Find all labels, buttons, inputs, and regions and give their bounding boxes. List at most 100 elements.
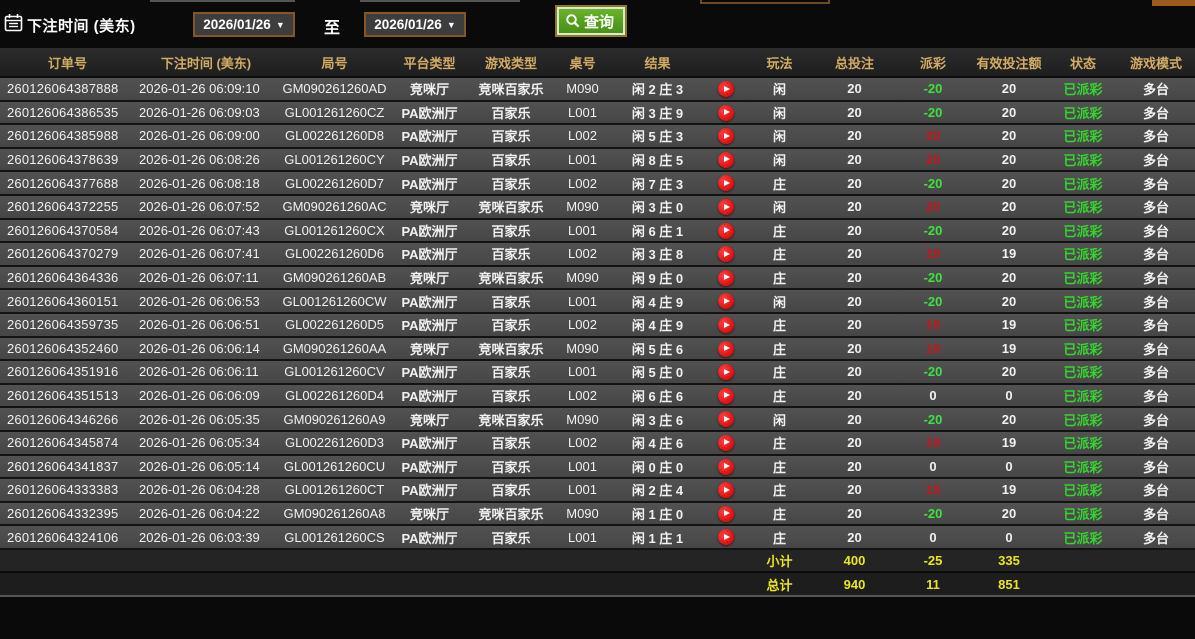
payout-value: -20 [897, 501, 969, 527]
order-number: 260126064370584 [0, 218, 135, 244]
round-id: GL002261260D8 [277, 124, 392, 149]
subtotal-label: 小计 [747, 547, 812, 573]
game-type: 竞咪百家乐 [467, 77, 555, 102]
table-footer: 小计 400 -25 335 总计 940 11 851 [0, 547, 1195, 598]
play-video-button[interactable] [718, 529, 734, 546]
play-video-button[interactable] [718, 269, 734, 286]
table-number: L001 [555, 289, 610, 314]
round-id: GL001261260CS [277, 525, 392, 550]
total-bet-value: 20 [812, 360, 897, 385]
platform-type: PA欧洲厅 [392, 171, 467, 196]
status-badge: 已派彩 [1049, 171, 1117, 196]
bet-type: 庄 [747, 171, 812, 196]
play-video-button[interactable] [718, 104, 734, 121]
play-video-button[interactable] [718, 387, 734, 404]
grand-total-total-bet: 940 [812, 571, 897, 598]
play-video-button[interactable] [718, 458, 734, 475]
platform-type: PA欧洲厅 [392, 218, 467, 244]
play-video-button[interactable] [718, 317, 734, 334]
total-bet-value: 20 [812, 77, 897, 102]
status-badge: 已派彩 [1049, 242, 1117, 267]
bet-time: 2026-01-26 06:06:53 [135, 289, 277, 314]
play-video-button[interactable] [718, 434, 734, 451]
bet-type: 闲 [747, 100, 812, 126]
payout-value: -20 [897, 77, 969, 102]
game-type: 竞咪百家乐 [467, 265, 555, 291]
game-mode: 多台 [1117, 454, 1195, 480]
valid-bet-value: 0 [969, 454, 1049, 480]
platform-type: PA欧洲厅 [392, 430, 467, 456]
round-id: GL001261260CU [277, 454, 392, 480]
total-bet-value: 20 [812, 501, 897, 527]
valid-bet-value: 20 [969, 124, 1049, 149]
bet-type: 庄 [747, 265, 812, 291]
play-video-button[interactable] [718, 505, 734, 522]
col-status: 状态 [1049, 48, 1117, 78]
game-mode: 多台 [1117, 147, 1195, 173]
status-badge: 已派彩 [1049, 265, 1117, 291]
valid-bet-value: 20 [969, 407, 1049, 432]
game-result: 闲 6 庄 1 [610, 218, 705, 244]
play-video-button[interactable] [718, 293, 734, 310]
play-video-button[interactable] [718, 128, 734, 145]
table-row: 260126064332395 2026-01-26 06:04:22 GM09… [0, 501, 1195, 527]
date-to-select[interactable]: 2026/01/26 ▼ [364, 12, 466, 37]
payout-value: -20 [897, 100, 969, 126]
total-bet-value: 20 [812, 265, 897, 291]
platform-type: PA欧洲厅 [392, 383, 467, 409]
status-badge: 已派彩 [1049, 124, 1117, 149]
game-mode: 多台 [1117, 77, 1195, 102]
game-type: 竞咪百家乐 [467, 501, 555, 527]
table-row: 260126064370584 2026-01-26 06:07:43 GL00… [0, 218, 1195, 244]
play-video-button[interactable] [718, 151, 734, 168]
bet-type: 庄 [747, 242, 812, 267]
round-id: GL001261260CZ [277, 100, 392, 126]
bet-type: 庄 [747, 501, 812, 527]
total-bet-value: 20 [812, 100, 897, 126]
valid-bet-value: 20 [969, 194, 1049, 220]
col-result: 结果 [610, 48, 705, 78]
game-mode: 多台 [1117, 194, 1195, 220]
bet-time: 2026-01-26 06:06:14 [135, 336, 277, 362]
status-badge: 已派彩 [1049, 312, 1117, 338]
payout-value: -20 [897, 265, 969, 291]
game-type: 百家乐 [467, 218, 555, 244]
game-mode: 多台 [1117, 242, 1195, 267]
date-from-select[interactable]: 2026/01/26 ▼ [193, 12, 295, 37]
game-type: 百家乐 [467, 360, 555, 385]
platform-type: 竞咪厅 [392, 501, 467, 527]
table-header: 订单号 下注时间 (美东) 局号 平台类型 游戏类型 桌号 结果 玩法 总投注 … [0, 48, 1195, 78]
col-valid-bet: 有效投注额 [969, 48, 1049, 78]
play-video-button[interactable] [718, 246, 734, 263]
order-number: 260126064332395 [0, 501, 135, 527]
bet-time: 2026-01-26 06:07:43 [135, 218, 277, 244]
game-result: 闲 3 庄 8 [610, 242, 705, 267]
play-video-button[interactable] [718, 199, 734, 216]
play-video-button[interactable] [718, 222, 734, 239]
play-video-button[interactable] [718, 81, 734, 98]
play-video-button[interactable] [718, 482, 734, 499]
play-video-button[interactable] [718, 411, 734, 428]
game-result: 闲 7 庄 3 [610, 171, 705, 196]
table-number: L001 [555, 525, 610, 550]
payout-value: -20 [897, 171, 969, 196]
query-button[interactable]: 查询 [557, 7, 626, 35]
valid-bet-value: 0 [969, 383, 1049, 409]
game-type: 百家乐 [467, 430, 555, 456]
play-video-button[interactable] [718, 340, 734, 357]
game-result: 闲 2 庄 4 [610, 478, 705, 503]
bet-time: 2026-01-26 06:04:22 [135, 501, 277, 527]
payout-value: 20 [897, 147, 969, 173]
bet-type: 庄 [747, 525, 812, 550]
table-number: L001 [555, 454, 610, 480]
platform-type: PA欧洲厅 [392, 454, 467, 480]
table-row: 260126064351916 2026-01-26 06:06:11 GL00… [0, 360, 1195, 385]
payout-value: 19 [897, 478, 969, 503]
table-number: L002 [555, 383, 610, 409]
platform-type: PA欧洲厅 [392, 312, 467, 338]
play-video-button[interactable] [718, 364, 734, 381]
play-video-button[interactable] [718, 175, 734, 192]
game-result: 闲 5 庄 3 [610, 124, 705, 149]
table-number: L002 [555, 312, 610, 338]
table-number: M090 [555, 265, 610, 291]
